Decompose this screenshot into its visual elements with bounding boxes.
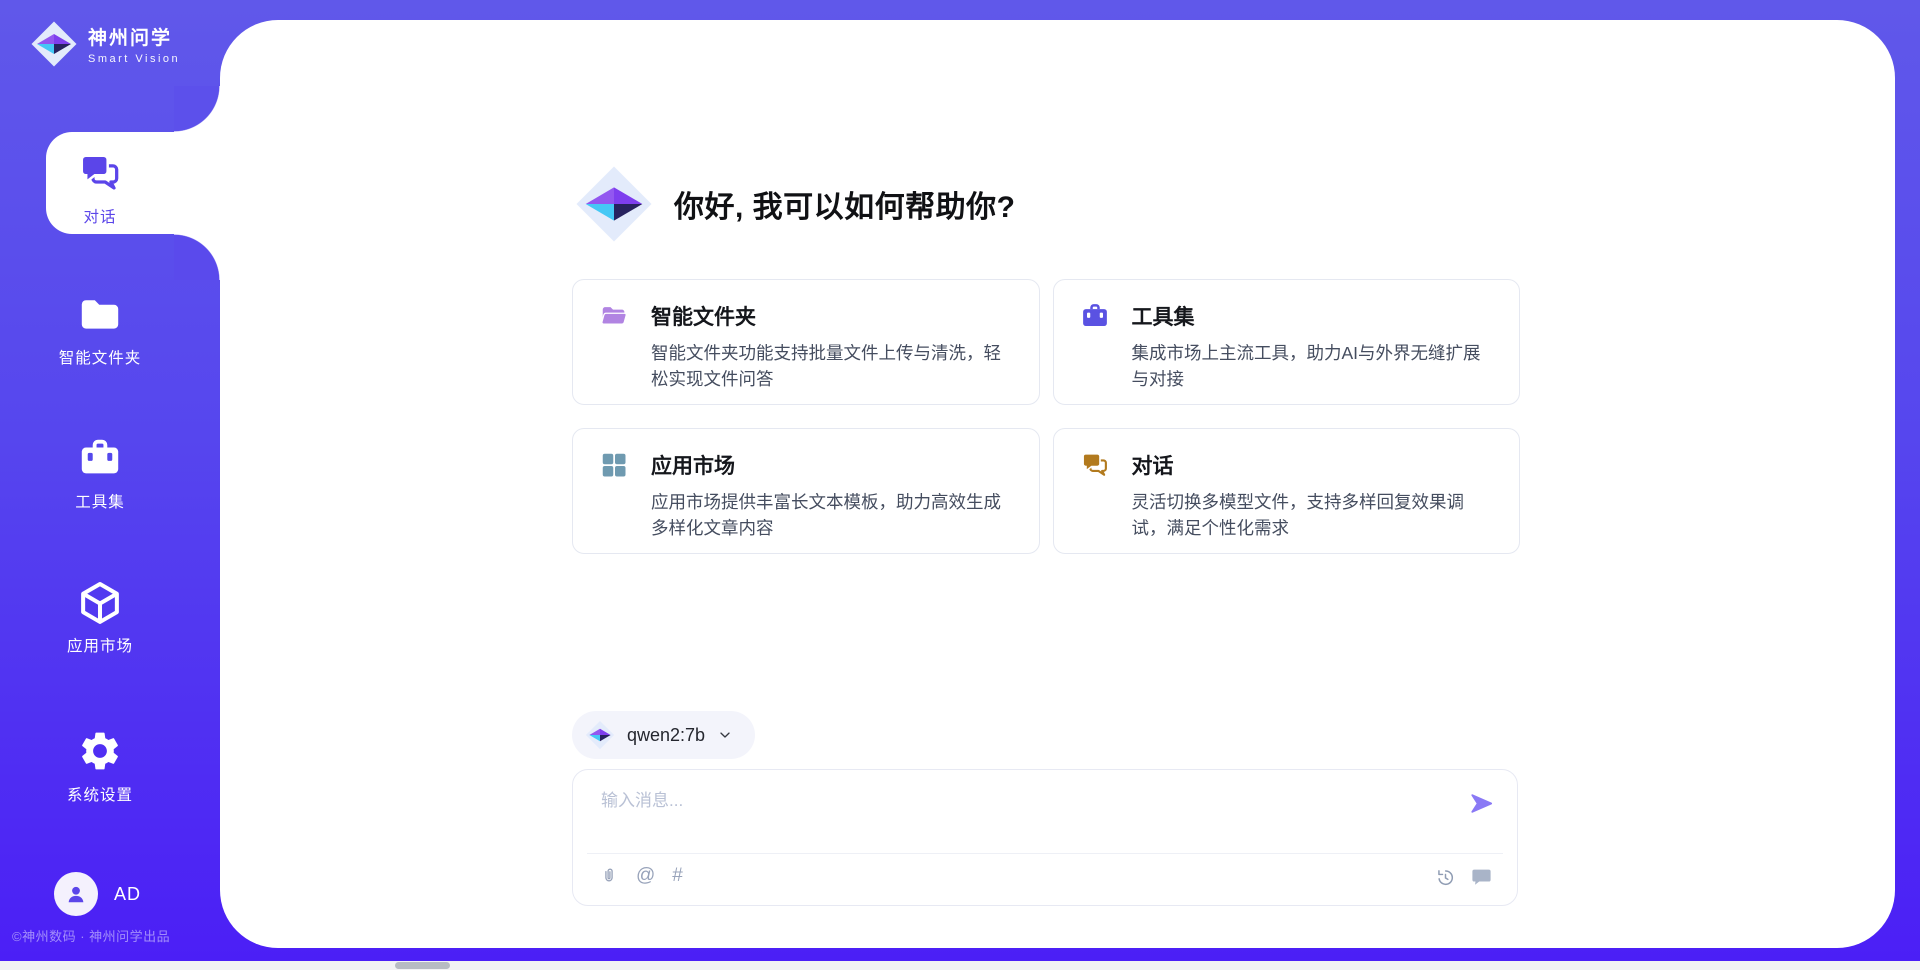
folder-icon — [77, 291, 123, 337]
person-icon — [63, 881, 89, 907]
card-app-market[interactable]: 应用市场 应用市场提供丰富长文本模板，助力高效生成多样化文章内容 — [572, 428, 1040, 554]
sidebar-item-settings[interactable]: 系统设置 — [0, 728, 200, 805]
sidebar-item-label: 对话 — [83, 205, 116, 227]
message-composer: @ # — [572, 769, 1518, 906]
feedback-bubble-icon[interactable] — [1470, 866, 1493, 889]
composer-tools-right — [1435, 866, 1493, 889]
briefcase-icon — [1080, 301, 1110, 331]
gear-icon — [77, 728, 123, 774]
briefcase-icon — [77, 435, 123, 481]
card-title: 对话 — [1132, 450, 1174, 480]
copyright: ©神州数码 · 神州问学出品 — [12, 926, 170, 945]
card-title: 应用市场 — [651, 450, 735, 480]
sidebar-item-smart-folder[interactable]: 智能文件夹 — [0, 291, 200, 368]
user-chip[interactable]: AD — [54, 872, 141, 916]
folder-open-icon — [599, 301, 629, 331]
feature-cards: 智能文件夹 智能文件夹功能支持批量文件上传与清洗，轻松实现文件问答 工具集 集成… — [572, 279, 1520, 554]
card-toolset[interactable]: 工具集 集成市场上主流工具，助力AI与外界无缝扩展与对接 — [1053, 279, 1521, 405]
card-chat[interactable]: 对话 灵活切换多模型文件，支持多样回复效果调试，满足个性化需求 — [1053, 428, 1521, 554]
active-tab-fillet-bottom — [174, 234, 220, 280]
sidebar-item-chat[interactable]: 对话 — [0, 150, 200, 227]
model-name: qwen2:7b — [627, 725, 705, 746]
topic-icon[interactable]: # — [672, 866, 683, 886]
greeting-title: 你好, 我可以如何帮助你? — [674, 182, 1016, 226]
chat-icon — [77, 150, 123, 196]
composer-tools-left: @ # — [599, 866, 683, 886]
app-root: 神州问学 Smart Vision 对话 智能文件夹 工具集 应用市场 系统设置 — [0, 0, 1920, 970]
history-icon[interactable] — [1435, 867, 1456, 888]
composer-divider — [587, 853, 1503, 854]
card-smart-folder[interactable]: 智能文件夹 智能文件夹功能支持批量文件上传与清洗，轻松实现文件问答 — [572, 279, 1040, 405]
horizontal-scrollbar[interactable] — [0, 961, 1920, 970]
assistant-logo-icon — [574, 164, 654, 244]
chat-icon — [1080, 450, 1110, 480]
grid-icon — [599, 450, 629, 480]
card-description: 智能文件夹功能支持批量文件上传与清洗，轻松实现文件问答 — [651, 340, 1017, 393]
brand-title: 神州问学 — [88, 23, 180, 50]
card-description: 集成市场上主流工具，助力AI与外界无缝扩展与对接 — [1132, 340, 1498, 393]
user-label: AD — [114, 884, 141, 905]
scrollbar-thumb[interactable] — [395, 962, 450, 969]
card-description: 应用市场提供丰富长文本模板，助力高效生成多样化文章内容 — [651, 489, 1017, 542]
sidebar-item-app-market[interactable]: 应用市场 — [0, 579, 200, 656]
greeting: 你好, 我可以如何帮助你? — [574, 164, 1016, 244]
send-icon[interactable] — [1468, 790, 1495, 817]
brand-logo-icon — [30, 20, 78, 68]
avatar — [54, 872, 98, 916]
sidebar: 神州问学 Smart Vision 对话 智能文件夹 工具集 应用市场 系统设置 — [0, 0, 220, 970]
sidebar-item-toolset[interactable]: 工具集 — [0, 435, 200, 512]
card-title: 智能文件夹 — [651, 301, 756, 331]
model-selector[interactable]: qwen2:7b — [572, 711, 755, 759]
card-title: 工具集 — [1132, 301, 1195, 331]
sidebar-item-label: 应用市场 — [67, 634, 133, 656]
attachment-icon[interactable] — [599, 866, 619, 886]
brand: 神州问学 Smart Vision — [30, 20, 180, 68]
cube-icon — [77, 579, 123, 625]
mention-icon[interactable]: @ — [636, 866, 655, 886]
sidebar-item-label: 系统设置 — [67, 783, 133, 805]
chevron-down-icon — [717, 727, 733, 743]
message-input[interactable] — [601, 786, 1421, 816]
card-description: 灵活切换多模型文件，支持多样回复效果调试，满足个性化需求 — [1132, 489, 1498, 542]
active-tab-fillet-top — [174, 86, 220, 132]
sidebar-item-label: 工具集 — [75, 490, 125, 512]
sidebar-item-label: 智能文件夹 — [59, 346, 142, 368]
brand-subtitle: Smart Vision — [88, 53, 180, 65]
model-logo-icon — [585, 720, 615, 750]
